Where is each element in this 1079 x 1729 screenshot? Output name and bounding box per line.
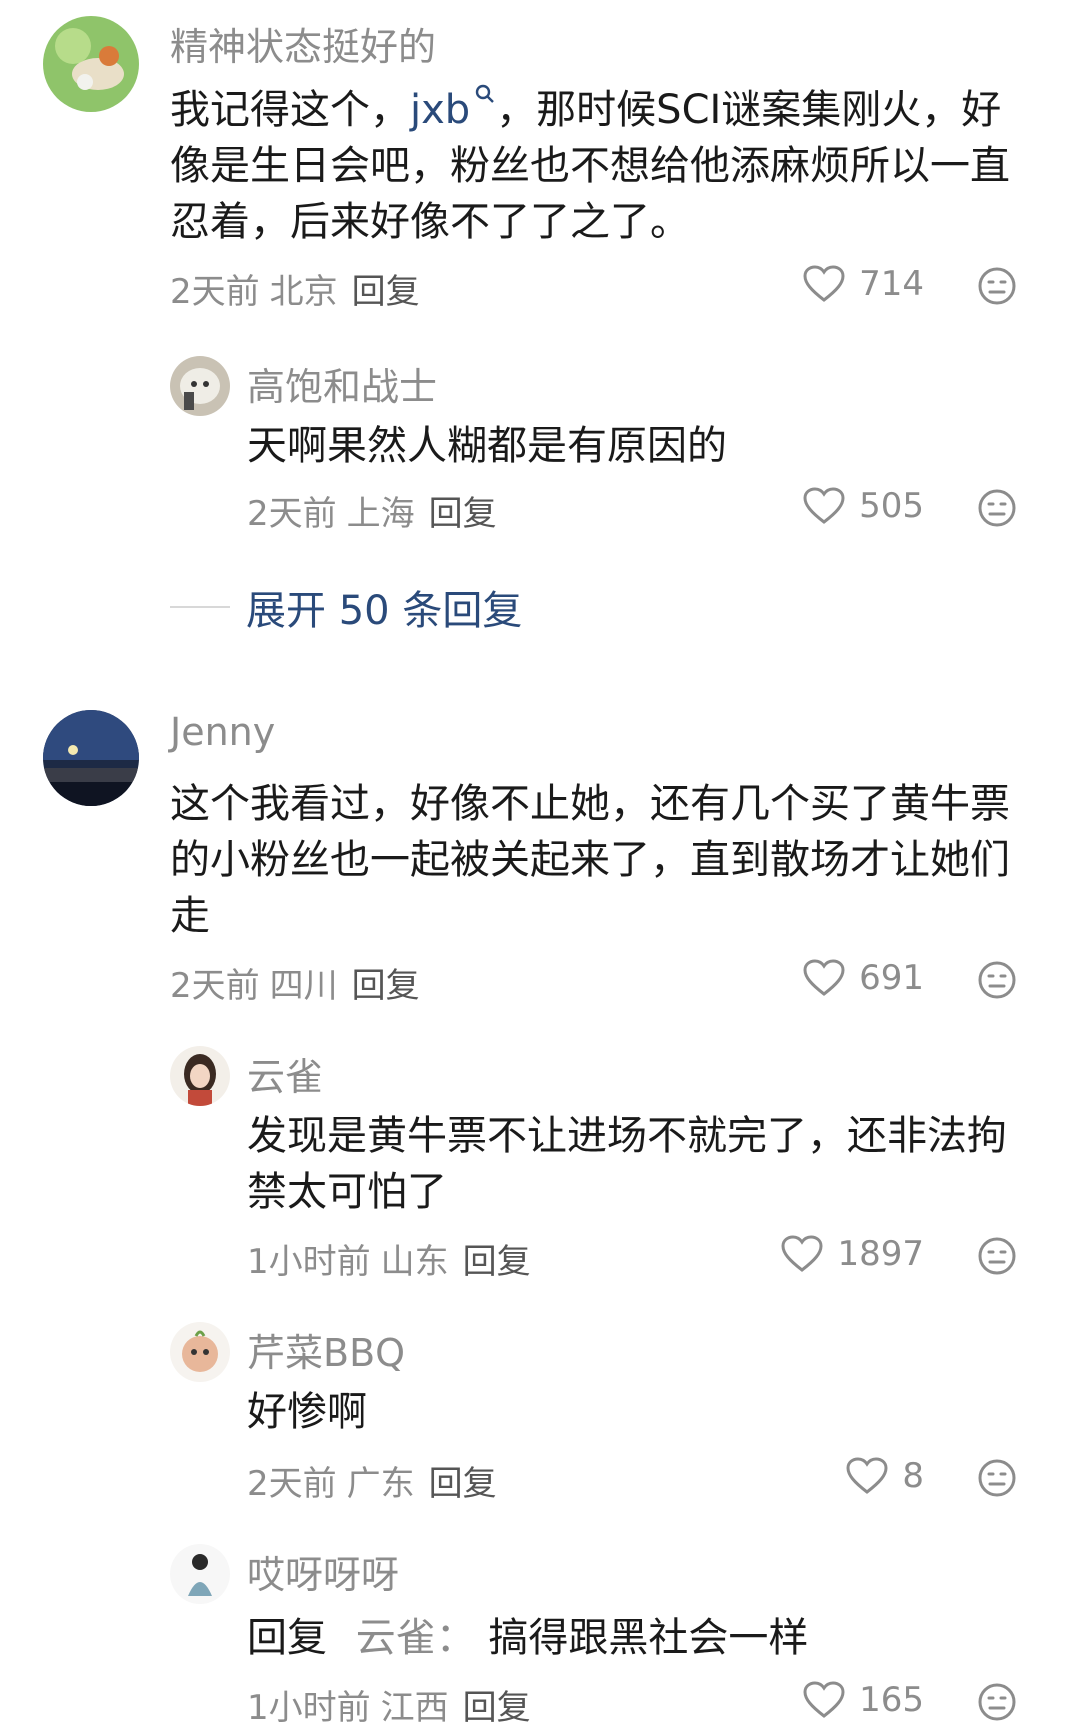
avatar[interactable] — [170, 1046, 230, 1106]
comment-text: 回复 云雀： 搞得跟黑社会一样 — [247, 1615, 809, 1661]
like-button[interactable]: 505 — [803, 486, 924, 526]
like-button[interactable]: 8 — [846, 1456, 924, 1496]
username[interactable]: 云雀 — [247, 1046, 323, 1101]
heart-outline-icon — [781, 1235, 823, 1272]
like-button[interactable]: 165 — [803, 1680, 924, 1720]
avatar[interactable] — [43, 710, 139, 806]
mention-link[interactable]: jxb — [410, 84, 496, 133]
comment-meta: 1小时前 山东 回复 — [247, 1234, 531, 1283]
like-count: 8 — [902, 1456, 924, 1496]
timestamp: 2天前 — [170, 966, 260, 1006]
emoji-face-icon[interactable] — [977, 1236, 1017, 1276]
expand-replies-label: 展开 50 条回复 — [246, 588, 523, 634]
like-count: 1897 — [837, 1234, 924, 1274]
username[interactable]: 精神状态挺好的 — [170, 16, 436, 71]
reply-button[interactable]: 回复 — [463, 1242, 531, 1282]
timestamp: 1小时前 — [247, 1688, 371, 1728]
heart-outline-icon — [803, 265, 845, 302]
reply-target[interactable]: 云雀： — [356, 1615, 476, 1661]
avatar[interactable] — [43, 16, 139, 112]
location: 北京 — [269, 272, 338, 312]
avatar[interactable] — [170, 356, 230, 416]
reply-prefix: 回复 — [247, 1615, 327, 1661]
location: 山东 — [380, 1242, 449, 1282]
heart-outline-icon — [803, 959, 845, 996]
comment-meta: 2天前 上海 回复 — [247, 486, 497, 535]
username[interactable]: Jenny — [170, 710, 275, 754]
comment-meta: 2天前 北京 回复 — [170, 264, 420, 313]
emoji-face-icon[interactable] — [977, 1458, 1017, 1498]
avatar[interactable] — [170, 1322, 230, 1382]
timestamp: 2天前 — [170, 272, 260, 312]
like-button[interactable]: 691 — [803, 958, 924, 998]
search-icon — [475, 84, 495, 103]
heart-outline-icon — [803, 487, 845, 524]
like-button[interactable]: 1897 — [781, 1234, 924, 1274]
heart-outline-icon — [803, 1681, 845, 1718]
reply-button[interactable]: 回复 — [429, 494, 497, 534]
comment-text: 发现是黄牛票不让进场不就完了，还非法拘禁太可怕了 — [247, 1113, 1007, 1215]
location: 四川 — [269, 966, 338, 1006]
reply-button[interactable]: 回复 — [352, 966, 420, 1006]
comment-meta: 2天前 四川 回复 — [170, 958, 420, 1007]
comment-meta: 2天前 广东 回复 — [247, 1456, 497, 1505]
timestamp: 1小时前 — [247, 1242, 371, 1282]
emoji-face-icon[interactable] — [977, 1682, 1017, 1722]
divider — [170, 606, 230, 608]
location: 广东 — [346, 1464, 415, 1504]
emoji-face-icon[interactable] — [977, 488, 1017, 528]
avatar[interactable] — [170, 1544, 230, 1604]
like-count: 714 — [859, 264, 924, 304]
emoji-face-icon[interactable] — [977, 266, 1017, 306]
comment-text: 天啊果然人糊都是有原因的 — [247, 423, 727, 469]
like-count: 691 — [859, 958, 924, 998]
reply-button[interactable]: 回复 — [352, 272, 420, 312]
location: 江西 — [380, 1688, 449, 1728]
heart-outline-icon — [846, 1457, 888, 1494]
username[interactable]: 高饱和战士 — [247, 356, 437, 411]
like-count: 165 — [859, 1680, 924, 1720]
like-button[interactable]: 714 — [803, 264, 924, 304]
expand-replies-button[interactable]: 展开 50 条回复 — [170, 578, 522, 636]
comment-meta: 1小时前 江西 回复 — [247, 1680, 531, 1729]
comment-text: 好惨啊 — [247, 1389, 367, 1435]
reply-button[interactable]: 回复 — [429, 1464, 497, 1504]
like-count: 505 — [859, 486, 924, 526]
timestamp: 2天前 — [247, 1464, 337, 1504]
comment-text: 我记得这个，jxb ，那时候SCI谜案集刚火，好像是生日会吧，粉丝也不想给他添麻烦… — [170, 82, 1030, 250]
emoji-face-icon[interactable] — [977, 960, 1017, 1000]
reply-button[interactable]: 回复 — [463, 1688, 531, 1728]
username[interactable]: 芹菜BBQ — [247, 1322, 405, 1377]
timestamp: 2天前 — [247, 494, 337, 534]
username[interactable]: 哎呀呀呀 — [247, 1544, 399, 1599]
location: 上海 — [346, 494, 415, 534]
comment-text: 这个我看过，好像不止她，还有几个买了黄牛票的小粉丝也一起被关起来了，直到散场才让… — [170, 781, 1010, 939]
